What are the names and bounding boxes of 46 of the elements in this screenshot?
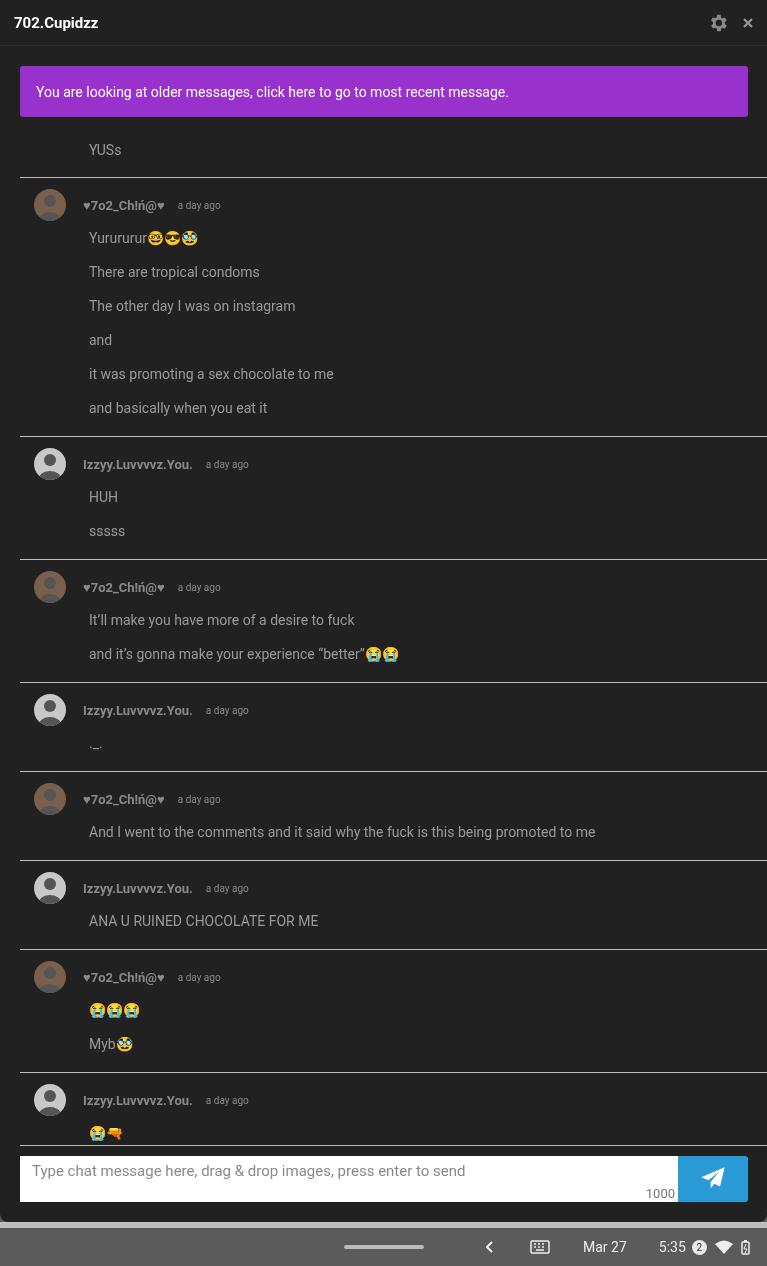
message-time: a day ago xyxy=(177,581,221,593)
battery-icon[interactable] xyxy=(740,1239,750,1255)
author-name: ♥7o2_Ch!ń@♥ xyxy=(83,969,165,985)
author-name: Izzyy.Luvvvvz.You. xyxy=(83,702,193,718)
author-name: Izzyy.Luvvvvz.You. xyxy=(83,456,193,472)
message-text: The other day I was on instagram xyxy=(89,298,296,314)
close-icon[interactable] xyxy=(743,17,753,28)
message-time: a day ago xyxy=(205,882,249,894)
character-counter: 1000 xyxy=(645,1186,675,1201)
message-text: sssss xyxy=(89,523,126,539)
author-name: Izzyy.Luvvvvz.You. xyxy=(83,1092,193,1108)
message-text: ANA U RUINED CHOCOLATE FOR ME xyxy=(89,913,319,929)
message-text: it was promoting a sex chocolate to me xyxy=(89,366,334,382)
author-name: ♥7o2_Ch!ń@♥ xyxy=(83,197,165,213)
message-time: a day ago xyxy=(177,971,221,983)
message-text: It’ll make you have more of a desire to fuck xyxy=(89,612,355,628)
message-text: ._. xyxy=(89,735,103,751)
message-text: Yurururur🤓😎🥸 xyxy=(89,230,198,246)
keyboard-icon[interactable] xyxy=(530,1240,550,1254)
author-name: Izzyy.Luvvvvz.You. xyxy=(83,880,193,896)
window-title: 702.Cupidzz xyxy=(14,13,100,32)
shelf-handle[interactable] xyxy=(344,1245,424,1249)
author-name: ♥7o2_Ch!ń@♥ xyxy=(83,579,165,595)
wifi-icon[interactable] xyxy=(714,1240,733,1254)
back-chevron-icon[interactable] xyxy=(486,1241,494,1253)
message-text: and basically when you eat it xyxy=(89,400,268,416)
message-time: a day ago xyxy=(177,793,221,805)
message-text: Myb🥸 xyxy=(89,1036,133,1052)
message-text: YUSs xyxy=(89,142,122,158)
clock-text[interactable]: 5:35 xyxy=(658,1239,686,1255)
message-time: a day ago xyxy=(205,458,249,470)
older-messages-banner[interactable]: You are looking at older messages, click here to go to most recent message. xyxy=(20,66,748,117)
message-text: and it’s gonna make your experience “better”😭😭 xyxy=(89,646,399,662)
date-text[interactable]: Mar 27 xyxy=(583,1239,627,1255)
message-text: 😭🔫 xyxy=(89,1125,123,1141)
message-text: and xyxy=(89,332,113,348)
message-time: a day ago xyxy=(177,199,221,211)
message-text: There are tropical condoms xyxy=(89,264,260,280)
message-time: a day ago xyxy=(205,704,249,716)
message-text: And I went to the comments and it said why the fuck is this being promoted to me xyxy=(89,824,596,840)
notification-badge[interactable]: 2 xyxy=(691,1239,707,1255)
send-button[interactable] xyxy=(678,1156,748,1202)
message-time: a day ago xyxy=(205,1094,249,1106)
author-name: ♥7o2_Ch!ń@♥ xyxy=(83,791,165,807)
message-text: 😭😭😭 xyxy=(89,1002,140,1018)
message-text: HUH xyxy=(89,489,119,505)
